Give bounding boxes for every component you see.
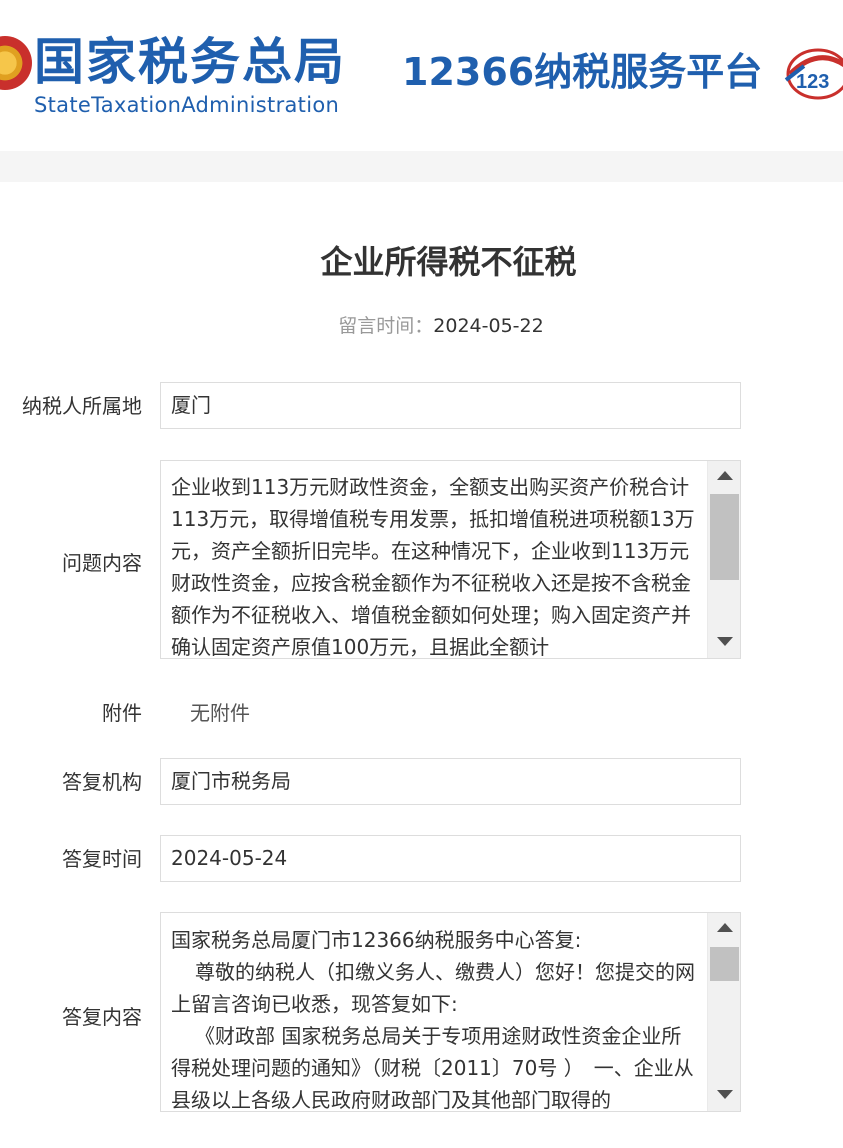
scroll-up-button[interactable] <box>708 461 740 491</box>
question-textarea[interactable]: 企业收到113万元财政性资金，全额支出购买资产价税合计113万元，取得增值税专用… <box>160 460 741 659</box>
brand-title-cn[interactable]: 国家税务总局 <box>34 34 346 90</box>
message-time: 留言时间：2024-05-22 <box>0 313 843 339</box>
arrow-up-icon <box>717 471 733 480</box>
scroll-thumb[interactable] <box>710 494 739 580</box>
question-text: 企业收到113万元财政性资金，全额支出购买资产价税合计113万元，取得增值税专用… <box>171 475 695 659</box>
message-time-label: 留言时间： <box>338 315 434 337</box>
brand-title-en[interactable]: StateTaxationAdministration <box>34 92 339 118</box>
nav-strip <box>0 151 843 182</box>
reply-line-2: 尊敬的纳税人（扣缴义务人、缴费人）您好！您提交的网上留言咨询已收悉，现答复如下: <box>171 960 695 1016</box>
svg-text:123: 123 <box>796 71 829 93</box>
platform-title[interactable]: 12366纳税服务平台 <box>402 48 762 96</box>
reply-org-field[interactable]: 厦门市税务局 <box>160 758 741 805</box>
scroll-down-button[interactable] <box>708 1081 740 1111</box>
question-label: 问题内容 <box>62 551 142 575</box>
site-header: 国家税务总局 StateTaxationAdministration 12366… <box>0 0 843 150</box>
national-emblem-icon <box>0 36 32 90</box>
reply-line-3: 《财政部 国家税务总局关于专项用途财政性资金企业所得税处理问题的通知》（财税〔2… <box>171 1024 694 1112</box>
reply-content-textarea[interactable]: 国家税务总局厦门市12366纳税服务中心答复: 尊敬的纳税人（扣缴义务人、缴费人… <box>160 912 741 1112</box>
message-time-value: 2024-05-22 <box>433 315 544 337</box>
reply-scrollbar[interactable] <box>707 913 740 1111</box>
arrow-up-icon <box>717 923 733 932</box>
arrow-down-icon <box>717 637 733 646</box>
scroll-up-button[interactable] <box>708 913 740 943</box>
question-scrollbar[interactable] <box>707 461 740 658</box>
reply-time-label: 答复时间 <box>62 847 142 871</box>
scroll-thumb[interactable] <box>710 947 739 981</box>
arrow-down-icon <box>717 1090 733 1099</box>
scroll-down-button[interactable] <box>708 628 740 658</box>
12366-badge-icon: 123 <box>784 48 843 100</box>
attachment-label: 附件 <box>102 701 142 725</box>
reply-line-1: 国家税务总局厦门市12366纳税服务中心答复: <box>171 928 582 952</box>
page-title: 企业所得税不征税 <box>320 243 577 281</box>
reply-content-text: 国家税务总局厦门市12366纳税服务中心答复: 尊敬的纳税人（扣缴义务人、缴费人… <box>171 924 701 1112</box>
reply-content-label: 答复内容 <box>62 1005 142 1029</box>
location-field[interactable]: 厦门 <box>160 382 741 429</box>
reply-org-label: 答复机构 <box>62 770 142 794</box>
reply-time-field[interactable]: 2024-05-24 <box>160 835 741 882</box>
location-label: 纳税人所属地 <box>22 394 142 418</box>
attachment-value: 无附件 <box>190 701 250 725</box>
